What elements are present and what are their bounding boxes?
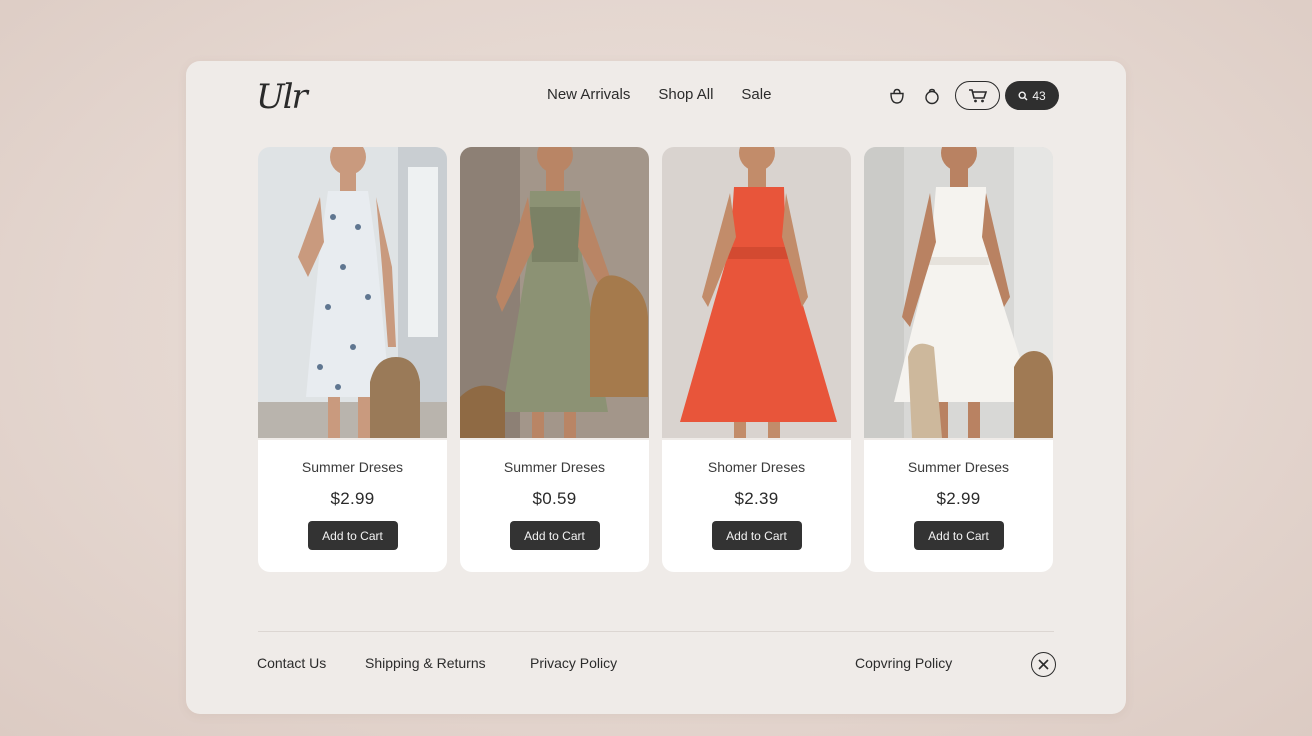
product-info: Summer Dreses $2.99 Add to Cart: [864, 440, 1053, 572]
cart-button[interactable]: [955, 81, 1000, 110]
product-grid: Summer Dreses $2.99 Add to Cart Summer D…: [258, 147, 1053, 572]
product-name: Shomer Dreses: [707, 459, 806, 475]
product-photo[interactable]: [864, 147, 1053, 438]
footer-divider: [258, 631, 1054, 632]
cart-icon: [968, 88, 987, 102]
product-card[interactable]: Shomer Dreses $2.39 Add to Cart: [662, 147, 851, 572]
product-photo[interactable]: [460, 147, 649, 438]
product-card[interactable]: Summer Dreses $2.99 Add to Cart: [258, 147, 447, 572]
add-to-cart-button[interactable]: Add to Cart: [509, 521, 600, 550]
nav-sale[interactable]: Sale: [741, 86, 771, 103]
bag-icon[interactable]: [886, 85, 908, 107]
product-name: Summer Dreses: [503, 459, 606, 475]
product-price: $0.59: [532, 489, 577, 508]
brand-logo[interactable]: Ulr: [256, 77, 308, 121]
product-info: Summer Dreses $2.99 Add to Cart: [258, 440, 447, 572]
nav-shop-all[interactable]: Shop All: [658, 86, 713, 103]
product-card[interactable]: Summer Dreses $2.99 Add to Cart: [864, 147, 1053, 572]
product-info: Summer Dreses $0.59 Add to Cart: [460, 440, 649, 572]
search-button[interactable]: 43: [1005, 81, 1059, 110]
footer-copyring-policy[interactable]: Copvring Policy: [855, 655, 952, 671]
footer-contact-us[interactable]: Contact Us: [257, 655, 326, 671]
product-info: Shomer Dreses $2.39 Add to Cart: [662, 440, 851, 572]
add-to-cart-button[interactable]: Add to Cart: [913, 521, 1004, 550]
product-card[interactable]: Summer Dreses $0.59 Add to Cart: [460, 147, 649, 572]
product-photo[interactable]: [258, 147, 447, 438]
product-name: Summer Dreses: [301, 459, 404, 475]
search-icon: [1018, 90, 1028, 100]
footer-privacy-policy[interactable]: Privacy Policy: [530, 655, 617, 671]
search-label: 43: [1032, 88, 1046, 103]
add-to-cart-button[interactable]: Add to Cart: [307, 521, 398, 550]
header-actions: 43: [886, 81, 1059, 110]
footer-shipping-returns[interactable]: Shipping & Returns: [365, 655, 486, 671]
close-button[interactable]: [1031, 652, 1056, 677]
nav-new-arrivals[interactable]: New Arrivals: [547, 86, 630, 103]
store-panel: Ulr New Arrivals Shop All Sale 43 Summer…: [186, 61, 1126, 714]
product-price: $2.99: [936, 489, 981, 508]
product-price: $2.39: [734, 489, 779, 508]
bag-icon[interactable]: [921, 85, 943, 107]
product-photo[interactable]: [662, 147, 851, 438]
product-price: $2.99: [330, 489, 375, 508]
product-name: Summer Dreses: [907, 459, 1010, 475]
add-to-cart-button[interactable]: Add to Cart: [711, 521, 802, 550]
close-icon: [1038, 659, 1049, 670]
main-nav: New Arrivals Shop All Sale: [547, 86, 771, 103]
